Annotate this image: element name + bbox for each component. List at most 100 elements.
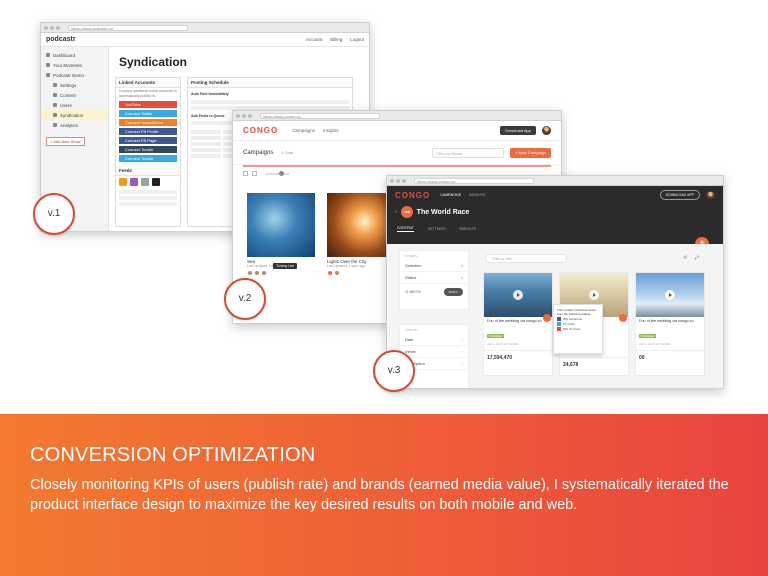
play-icon[interactable] xyxy=(589,290,599,300)
show-icon xyxy=(46,73,50,77)
card-subtitle: Last updated 4 days ago xyxy=(327,264,366,268)
avatar[interactable] xyxy=(542,126,551,135)
sidebar-item-demo[interactable]: Podcastr Demo xyxy=(41,70,108,80)
tab-content[interactable]: CONTENT xyxy=(397,226,414,232)
settings-icon[interactable]: ⚙ xyxy=(683,255,687,261)
content-card[interactable]: Fun of the wedding via congo.co Publishe… xyxy=(483,272,553,376)
window-dot-icon xyxy=(402,178,406,183)
action-dot[interactable] xyxy=(543,314,551,322)
logout-link[interactable]: Logout xyxy=(350,37,364,42)
view-count: 17,594,470 xyxy=(484,349,552,365)
sidebar-item-analytics[interactable]: Analytics xyxy=(41,120,108,130)
tooltip: Tommy Lee xyxy=(273,263,298,269)
search-input[interactable]: Filter by Title xyxy=(485,254,567,263)
feed-icon xyxy=(152,178,160,186)
sidebar-item-moments[interactable]: Your Moments xyxy=(41,60,108,70)
sidebar-item-settings[interactable]: Settings xyxy=(41,80,108,90)
back-chevron-icon[interactable]: ‹ xyxy=(395,209,397,215)
search-input[interactable]: Filter by Name xyxy=(432,147,505,158)
play-icon[interactable] xyxy=(513,290,523,300)
nav-campaigns[interactable]: Campaigns xyxy=(292,128,315,133)
text-row xyxy=(191,99,349,104)
window-dot-icon xyxy=(56,25,60,30)
connect-account-button[interactable]: YouTube xyxy=(119,101,177,108)
card-date: Apr 3, 2016 at 9:02 AM xyxy=(487,341,518,346)
section-heading: CONVERSION OPTIMIZATION xyxy=(30,444,316,466)
window-dot-icon xyxy=(44,25,48,30)
list-view-icon[interactable] xyxy=(252,171,257,176)
filter-label: FILTERS xyxy=(405,254,418,258)
result-count: 11,689 Re xyxy=(405,290,421,294)
tab-insights[interactable]: INSIGHTS xyxy=(459,227,476,231)
content-card[interactable]: Fun of the wedding via congo.co Publishe… xyxy=(635,272,705,376)
filter-selection[interactable]: Selection × xyxy=(400,260,468,272)
browser-chrome: https://www.podcastr.co xyxy=(41,23,369,33)
connect-account-button[interactable]: Connect SoundCloud xyxy=(119,119,177,126)
facebook-icon xyxy=(557,317,561,321)
close-icon[interactable]: × xyxy=(461,263,463,268)
connect-account-button[interactable]: Connect Twitter xyxy=(119,110,177,117)
campaign-title: The World Race xyxy=(416,208,470,216)
sort-date[interactable]: Date › xyxy=(400,334,468,346)
address-bar[interactable]: https://www.congo.co xyxy=(260,112,380,119)
nav-insights[interactable]: INSIGHTS xyxy=(469,193,486,197)
campaign-badge: TWR xyxy=(400,206,413,218)
sort-views[interactable]: Views › xyxy=(400,346,468,358)
linked-accounts-panel: Linked Accounts Connect additional socia… xyxy=(115,77,181,227)
podcastr-logo: podcastr xyxy=(46,36,76,43)
sidebar-item-syndication[interactable]: Syndication xyxy=(41,110,108,120)
content-icon xyxy=(53,93,57,97)
connect-account-button[interactable]: Connect Tumblr xyxy=(119,146,177,153)
campaigns-toolbar: Campaigns 4 Total Filter by Name + New C… xyxy=(233,141,561,165)
account-link[interactable]: Account xyxy=(306,37,322,42)
dashboard-icon xyxy=(46,53,50,57)
action-dot[interactable] xyxy=(619,314,627,322)
avatar[interactable] xyxy=(706,190,715,200)
campaign-count: 4 Total xyxy=(281,150,294,155)
campaigns-dropdown[interactable]: Campaigns xyxy=(243,150,273,156)
nav-insights[interactable]: Insights xyxy=(323,128,339,133)
congo-logo[interactable]: CONGO xyxy=(395,191,430,200)
filter-panel: FILTERS Selection × Status × 11,689 Re APPL… xyxy=(399,250,469,310)
zoom-slider[interactable] xyxy=(265,170,289,176)
feed-row xyxy=(119,190,177,194)
avatar xyxy=(334,270,340,276)
feed-row xyxy=(119,196,177,200)
expand-icon[interactable]: ⤢ xyxy=(695,255,699,261)
connect-account-button[interactable]: Connect Tumblr xyxy=(119,155,177,162)
sidebar-item-users[interactable]: Users xyxy=(41,100,108,110)
filter-status[interactable]: Status × xyxy=(400,272,468,284)
window-dot-icon xyxy=(236,113,240,118)
section-description: Closely monitoring KPIs of users (publis… xyxy=(30,477,729,513)
download-app-button[interactable]: Download App xyxy=(500,126,536,135)
address-bar[interactable]: https://www.congo.co xyxy=(414,177,534,184)
connect-account-button[interactable]: Connect FB Profile xyxy=(119,128,177,135)
billing-link[interactable]: Billing xyxy=(330,37,342,42)
panel-title: Linked Accounts xyxy=(116,78,180,88)
version-badge-v2: v.2 xyxy=(224,278,266,320)
connect-account-button[interactable]: Connect FB Page xyxy=(119,137,177,144)
campaign-card[interactable]: Lights Over the City Last updated 4 days… xyxy=(327,193,395,276)
podcast-icon xyxy=(130,178,138,186)
download-app-button[interactable]: DOWNLOAD APP xyxy=(659,190,700,200)
window-dot-icon xyxy=(50,25,54,30)
congo-logo[interactable]: CONGO xyxy=(243,126,278,135)
close-icon[interactable]: × xyxy=(461,275,463,280)
play-icon[interactable] xyxy=(665,290,675,300)
views-popover: This number combines views from the foll… xyxy=(553,304,603,354)
nav-campaigns[interactable]: CAMPAIGNS xyxy=(440,193,461,197)
card-date: Apr 3, 2016 at 9:02 AM xyxy=(639,341,670,346)
grid-view-icon[interactable] xyxy=(243,171,248,176)
card-thumbnail xyxy=(327,193,395,257)
card-thumbnail xyxy=(247,193,315,257)
sidebar-item-content[interactable]: Content xyxy=(41,90,108,100)
add-show-button[interactable]: + Add New Show xyxy=(46,137,85,146)
sidebar-item-dashboard[interactable]: Dashboard xyxy=(41,50,108,60)
window-dot-icon xyxy=(396,178,400,183)
analytics-icon xyxy=(53,123,57,127)
address-bar[interactable]: https://www.podcastr.co xyxy=(68,24,188,31)
apply-button[interactable]: APPLY xyxy=(443,288,463,296)
v3-window: https://www.congo.co CONGO CAMPAIGNS INS… xyxy=(386,175,724,389)
tab-settings[interactable]: SETTINGS xyxy=(428,227,446,231)
new-campaign-button[interactable]: + New Campaign xyxy=(510,147,551,158)
